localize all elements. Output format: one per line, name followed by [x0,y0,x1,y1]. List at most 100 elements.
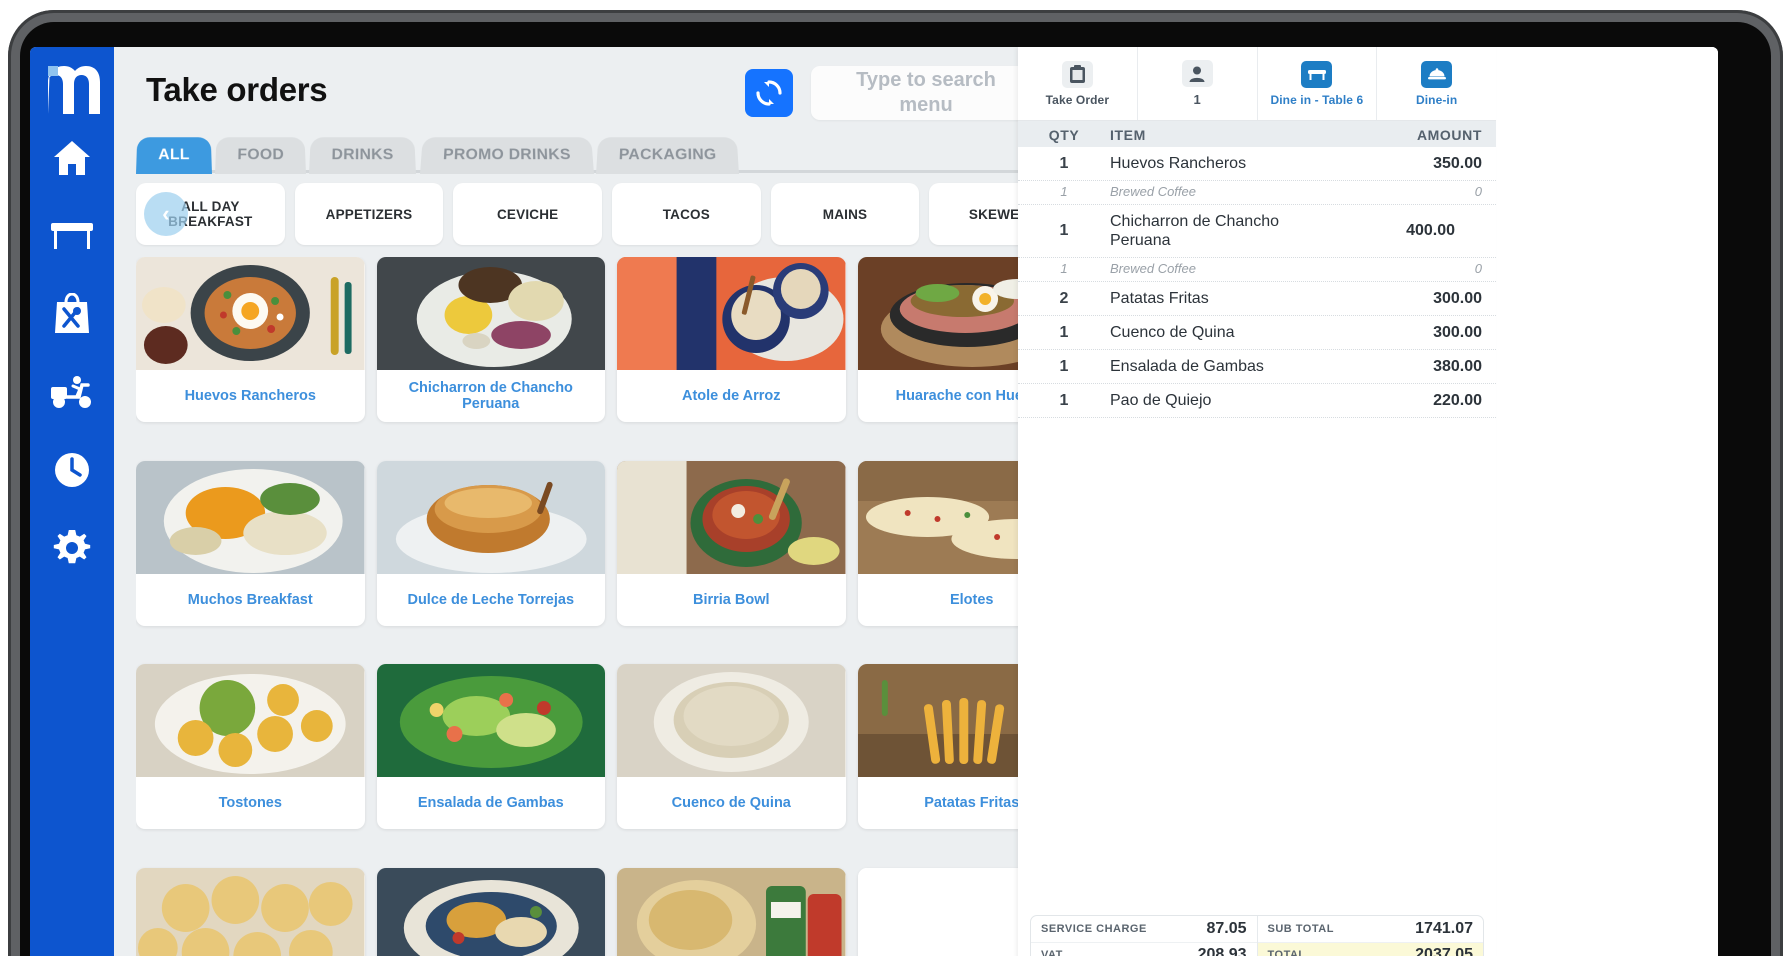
tab-drinks[interactable]: DRINKS [309,137,417,174]
product-card[interactable] [617,867,846,956]
dome-tray-icon [1421,60,1453,88]
order-line-item[interactable]: 1 Chicharron de Chancho Peruana 400.00 [1018,204,1496,258]
clock-icon [55,453,89,487]
home-icon [54,141,90,175]
tablet-device: Take orders Type to search menu Clear [0,0,1791,956]
product-image [617,460,846,574]
vat-label: VAT [1041,949,1063,956]
product-label: Ensalada de Gambas [417,795,564,811]
order-line-item[interactable]: 1 Ensalada de Gambas 380.00 [1018,350,1496,384]
order-line-modifier[interactable]: 1 Brewed Coffee 0 [1018,181,1496,204]
product-card[interactable]: Chicharron de Chancho Peruana [376,257,605,422]
takeaway-bag-icon [55,293,89,333]
order-type-take-order[interactable]: Take Order [1018,47,1138,120]
order-type-label: Dine in - Table 6 [1270,92,1364,107]
sub-total-value: 1741.07 [1415,919,1473,937]
service-charge-row: SERVICE CHARGE 87.05 [1031,916,1257,943]
category-all-day-breakfast[interactable]: ALL DAY BREAKFAST ‹ [136,183,285,245]
product-card[interactable] [136,867,365,956]
product-image [617,867,846,956]
product-label: Dulce de Leche Torrejas [407,591,575,608]
category-tacos[interactable]: TACOS [612,183,761,245]
column-header-qty: QTY [1048,126,1080,143]
order-type-dine-in[interactable]: Dine-in [1377,47,1496,120]
app-logo [42,61,102,119]
order-type-label: Take Order [1045,92,1110,107]
search-placeholder: Type to search menu [856,69,996,116]
tab-packaging[interactable]: PACKAGING [596,137,740,174]
order-line-item[interactable]: 1 Huevos Rancheros 350.00 [1018,147,1496,181]
sidebar-item-takeaway[interactable] [42,275,102,353]
refresh-button[interactable] [745,69,793,117]
product-card[interactable]: Ensalada de Gambas [376,664,605,829]
tab-all[interactable]: ALL [136,137,213,174]
search-input[interactable]: Type to search menu [811,66,1041,120]
clipboard-icon [1061,60,1093,88]
category-bar: ALL DAY BREAKFAST ‹ APPETIZERS CEVICHE T… [136,183,1095,245]
product-image [376,664,605,777]
line-amount: 0 [1474,261,1482,276]
line-amount: 0 [1474,184,1482,199]
sidebar-item-delivery[interactable] [42,353,102,431]
line-qty: 1 [1059,357,1069,375]
product-card[interactable]: Huevos Rancheros [136,257,365,422]
product-image [136,664,365,777]
product-card[interactable]: Tostones [136,664,365,829]
product-card[interactable] [376,867,605,956]
product-image [617,664,846,777]
product-image [376,460,605,574]
sidebar [30,47,114,956]
menu-tabs: ALL FOOD DRINKS PROMO DRINKS PACKAGING [136,132,743,174]
order-table-header: QTY ITEM AMOUNT [1018,121,1496,148]
line-amount: 380.00 [1433,357,1482,375]
order-line-modifier[interactable]: 1 Brewed Coffee 0 [1018,258,1496,281]
product-card[interactable]: Muchos Breakfast [136,460,365,626]
product-label: Huevos Rancheros [184,388,316,404]
product-image [136,867,365,956]
product-card[interactable]: Dulce de Leche Torrejas [376,460,605,626]
order-items-list[interactable]: 1 Huevos Rancheros 350.00 1 Brewed Coffe… [1018,147,1496,892]
product-label: Muchos Breakfast [187,591,313,608]
line-amount: 220.00 [1433,391,1482,409]
order-line-item[interactable]: 2 Patatas Fritas 300.00 [1018,281,1496,316]
category-mains[interactable]: MAINS [770,183,920,245]
column-header-item: ITEM [1110,126,1146,143]
line-qty: 1 [1059,222,1069,239]
line-item-name: Ensalada de Gambas [1110,358,1264,375]
sidebar-item-tables[interactable] [42,197,102,275]
category-ceviche[interactable]: CEVICHE [453,183,603,245]
sidebar-item-settings[interactable] [42,509,102,587]
total-label: TOTAL [1267,949,1306,956]
order-panel: Take Order 1 Dine in - Table 6 Dine-in Q… [1018,47,1718,956]
product-card[interactable]: Birria Bowl [617,460,846,626]
product-card[interactable]: Atole de Arroz [617,257,846,422]
line-amount: 350.00 [1433,154,1482,172]
order-type-label: 1 [1193,92,1201,107]
line-item-name: Pao de Quiejo [1110,392,1212,409]
line-qty: 1 [1060,261,1068,276]
product-card[interactable]: Cuenco de Quina [617,664,846,829]
tab-food[interactable]: FOOD [215,137,307,174]
line-qty: 1 [1059,154,1069,172]
product-label: Tostones [218,795,282,811]
product-label: Cuenco de Quina [671,795,791,811]
category-appetizers[interactable]: APPETIZERS [294,183,444,245]
category-prev-arrow[interactable]: ‹ [144,192,188,236]
line-item-name: Brewed Coffee [1110,184,1196,199]
order-type-dine-in-table[interactable]: Dine in - Table 6 [1258,47,1378,120]
app-screen: Take orders Type to search menu Clear [30,47,1718,956]
order-line-item[interactable]: 1 Pao de Quiejo 220.00 [1018,384,1496,418]
vat-value: 208.93 [1197,946,1247,956]
product-image [376,867,605,956]
tab-promo-drinks[interactable]: PROMO DRINKS [419,137,594,174]
order-totals: SERVICE CHARGE 87.05 VAT 208.93 SUB TOTA… [1030,915,1484,956]
line-qty: 1 [1060,184,1068,199]
line-qty: 1 [1059,323,1069,341]
order-line-item[interactable]: 1 Cuenco de Quina 300.00 [1018,316,1496,350]
page-title: Take orders [146,71,328,108]
line-item-name: Patatas Fritas [1110,290,1209,307]
line-item-name: Brewed Coffee [1110,261,1196,276]
sidebar-item-home[interactable] [42,119,102,197]
order-type-guest-count[interactable]: 1 [1138,47,1258,120]
sidebar-item-history[interactable] [42,431,102,509]
